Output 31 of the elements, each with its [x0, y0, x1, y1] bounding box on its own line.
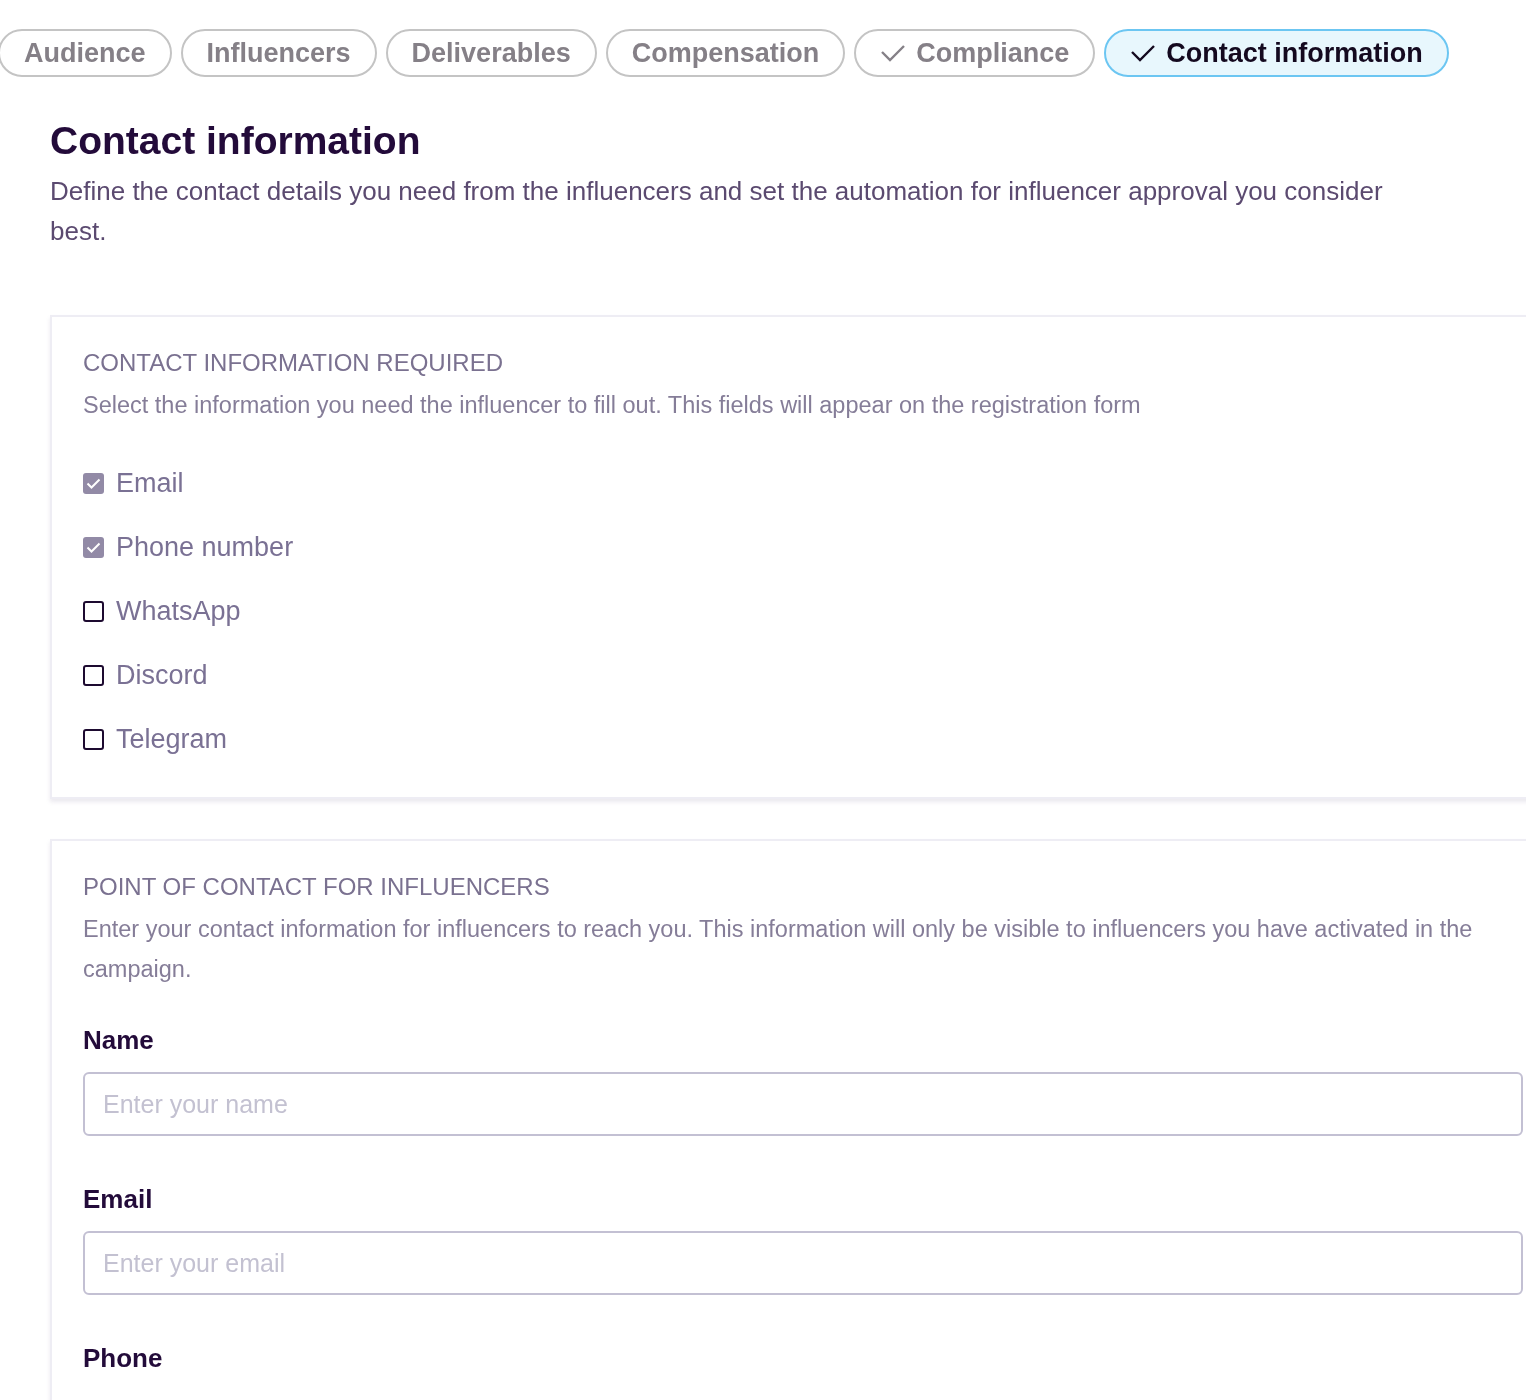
section-description: Enter your contact information for influencers to reach you. This information will only be visible to influencers you have activated in the campaign.: [83, 915, 1474, 984]
checkbox[interactable]: [83, 664, 104, 686]
check-icon: [880, 44, 907, 62]
field-label: Email: [83, 1184, 154, 1215]
checkbox[interactable]: [83, 600, 104, 622]
section-description: Select the information you need the influencer to fill out. This fields will appear on the registration form: [83, 391, 1142, 420]
field-label: Name: [83, 1025, 155, 1056]
step-tab[interactable]: Audience: [0, 29, 172, 77]
checkbox[interactable]: [83, 536, 104, 558]
step-tab[interactable]: Compensation: [605, 29, 846, 77]
checkbox-label: Discord: [116, 659, 208, 691]
check-icon: [86, 477, 101, 489]
page-description: Define the contact details you need from the influencers and set the automation for influencer approval you consider best.: [50, 175, 1384, 248]
text-field[interactable]: Enter your email: [83, 1231, 1523, 1295]
step-tab[interactable]: Compliance: [854, 29, 1096, 77]
section-heading: CONTACT INFORMATION REQUIRED: [83, 349, 504, 377]
checkbox-label: Phone number: [116, 531, 294, 563]
step-tab[interactable]: Deliverables: [385, 29, 597, 77]
text-field[interactable]: Enter your name: [83, 1072, 1523, 1136]
checkbox-label: Telegram: [116, 723, 228, 755]
step-tab[interactable]: Contact information: [1104, 29, 1449, 77]
check-icon: [1130, 44, 1157, 62]
checkbox-label: WhatsApp: [116, 595, 241, 627]
checkbox-label: Email: [116, 467, 184, 499]
checkbox[interactable]: [83, 728, 104, 750]
step-tab[interactable]: Influencers: [180, 29, 377, 77]
field-label: Phone: [83, 1343, 164, 1374]
checkbox[interactable]: [83, 472, 104, 494]
page-title: Contact information: [50, 119, 422, 163]
section-heading: POINT OF CONTACT FOR INFLUENCERS: [83, 873, 551, 901]
check-icon: [86, 541, 101, 553]
